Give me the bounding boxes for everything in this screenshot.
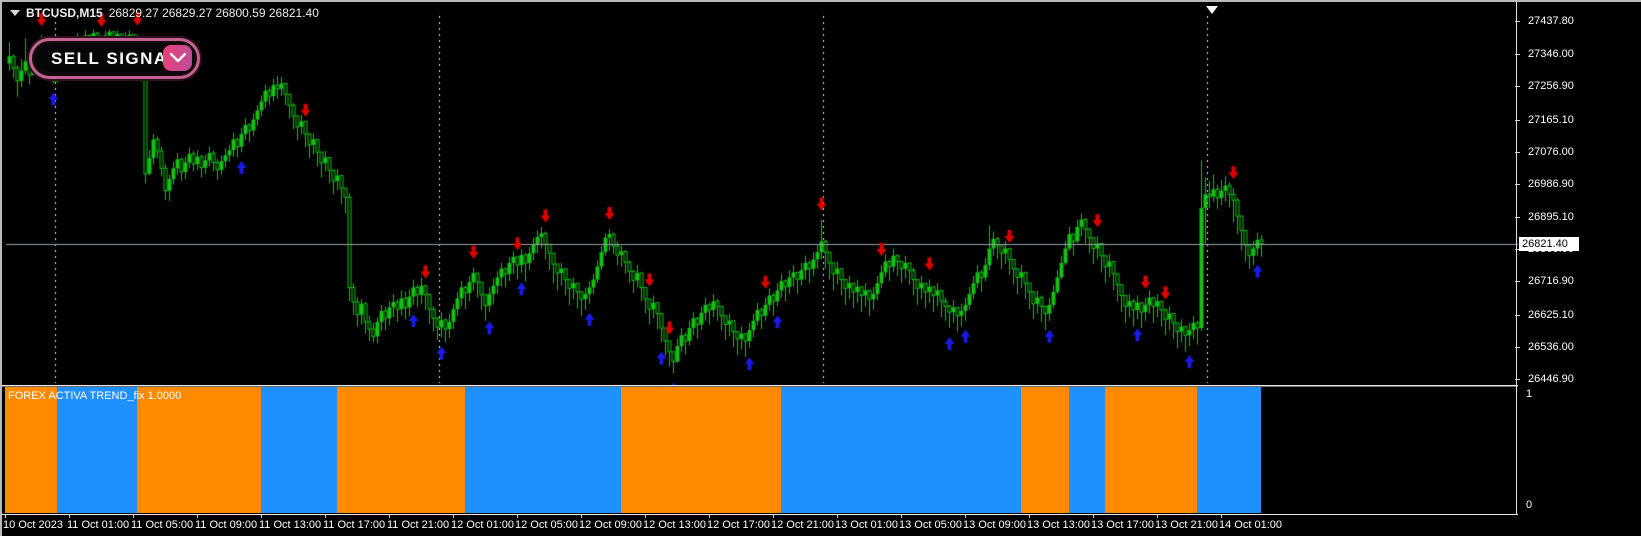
trend-down-block xyxy=(621,387,781,513)
price-tick xyxy=(1515,281,1520,282)
symbol-dropdown-icon[interactable] xyxy=(10,10,20,16)
time-tick xyxy=(197,515,198,518)
price-tick xyxy=(1515,315,1520,316)
time-tick xyxy=(901,515,902,518)
time-tick xyxy=(389,515,390,518)
chart-shift-marker[interactable] xyxy=(1206,6,1218,14)
sell-signal-banner: SELL SIGNAL xyxy=(29,38,200,79)
time-label: 13 Oct 21:00 xyxy=(1155,519,1218,531)
time-label: 11 Oct 21:00 xyxy=(387,519,450,531)
time-tick xyxy=(709,515,710,518)
trend-down-block xyxy=(137,387,261,513)
time-label: 10 Oct 2023 xyxy=(3,519,63,531)
indicator-scale-min: 0 xyxy=(1526,499,1533,511)
time-label: 14 Oct 01:00 xyxy=(1219,519,1282,531)
time-label: 12 Oct 17:00 xyxy=(707,519,770,531)
time-tick xyxy=(1221,515,1222,518)
price-label: 26986.90 xyxy=(1528,178,1574,190)
current-price-badge: 26821.40 xyxy=(1519,237,1579,251)
trend-down-block xyxy=(337,387,465,513)
time-tick xyxy=(133,515,134,518)
time-tick xyxy=(773,515,774,518)
price-tick xyxy=(1515,86,1520,87)
time-tick xyxy=(581,515,582,518)
trend-up-block xyxy=(781,387,1021,513)
trend-up-block xyxy=(57,387,137,513)
price-tick xyxy=(1515,217,1520,218)
price-label: 26895.10 xyxy=(1528,211,1574,223)
time-label: 11 Oct 05:00 xyxy=(131,519,194,531)
trend-up-block xyxy=(1069,387,1105,513)
time-tick xyxy=(453,515,454,518)
trend-down-block xyxy=(1105,387,1197,513)
price-label: 27346.00 xyxy=(1528,48,1574,60)
trend-up-block xyxy=(261,387,337,513)
trend-up-block xyxy=(1197,387,1261,513)
signal-dropdown-button[interactable] xyxy=(163,45,192,71)
time-tick xyxy=(325,515,326,518)
price-label: 26536.00 xyxy=(1528,341,1574,353)
chart-title: BTCUSD,M15 26829.27 26829.27 26800.59 26… xyxy=(10,6,319,20)
indicator-scale-max: 1 xyxy=(1526,388,1533,400)
time-label: 11 Oct 17:00 xyxy=(323,519,386,531)
chart-window: BTCUSD,M15 26829.27 26829.27 26800.59 26… xyxy=(0,0,1641,536)
price-label: 26625.10 xyxy=(1528,309,1574,321)
price-label: 27256.90 xyxy=(1528,80,1574,92)
indicator-name-label: FOREX ACTIVA TREND_fix 1.0000 xyxy=(8,390,182,402)
time-tick xyxy=(1157,515,1158,518)
time-tick xyxy=(645,515,646,518)
trend-down-block xyxy=(5,387,57,513)
time-label: 13 Oct 13:00 xyxy=(1027,519,1090,531)
time-axis[interactable]: 10 Oct 2023 11 Oct 01:00 11 Oct 05:00 11 Oc… xyxy=(2,515,1641,536)
time-tick xyxy=(69,515,70,518)
price-tick xyxy=(1515,379,1520,380)
price-axis-border xyxy=(1516,2,1517,515)
time-label: 11 Oct 01:00 xyxy=(67,519,130,531)
time-tick xyxy=(1029,515,1030,518)
time-label: 12 Oct 05:00 xyxy=(515,519,578,531)
time-label: 13 Oct 09:00 xyxy=(963,519,1026,531)
ohlc-quotes-label: 26829.27 26829.27 26800.59 26821.40 xyxy=(108,6,319,20)
time-label: 13 Oct 05:00 xyxy=(899,519,962,531)
trend-up-block xyxy=(465,387,621,513)
trend-indicator-pane xyxy=(5,387,1516,513)
chevron-down-icon xyxy=(169,52,186,63)
time-label: 12 Oct 01:00 xyxy=(451,519,514,531)
time-tick xyxy=(1093,515,1094,518)
price-label: 27076.00 xyxy=(1528,146,1574,158)
time-label: 12 Oct 13:00 xyxy=(643,519,706,531)
time-label: 13 Oct 17:00 xyxy=(1091,519,1154,531)
price-tick xyxy=(1515,54,1520,55)
price-tick xyxy=(1515,21,1520,22)
price-label: 26716.90 xyxy=(1528,275,1574,287)
price-axis[interactable]: 26821.40 1 0 27437.80 27346.00 27256.90 271… xyxy=(1515,2,1641,515)
time-tick xyxy=(5,515,6,518)
price-label: 26446.90 xyxy=(1528,373,1574,385)
price-tick xyxy=(1515,152,1520,153)
trend-down-block xyxy=(1021,387,1069,513)
time-label: 13 Oct 01:00 xyxy=(835,519,898,531)
time-tick xyxy=(837,515,838,518)
price-label: 27437.80 xyxy=(1528,15,1574,27)
time-label: 12 Oct 09:00 xyxy=(579,519,642,531)
time-tick xyxy=(261,515,262,518)
time-label: 12 Oct 21:00 xyxy=(771,519,834,531)
price-tick xyxy=(1515,184,1520,185)
time-label: 11 Oct 13:00 xyxy=(259,519,322,531)
time-tick xyxy=(517,515,518,518)
time-tick xyxy=(965,515,966,518)
time-label: 11 Oct 09:00 xyxy=(195,519,258,531)
pane-separator-shadow xyxy=(2,386,1641,387)
price-tick xyxy=(1515,120,1520,121)
symbol-period-label: BTCUSD,M15 xyxy=(26,6,103,20)
sell-signal-label: SELL SIGNAL xyxy=(51,48,180,68)
price-tick xyxy=(1515,347,1520,348)
price-label: 27165.10 xyxy=(1528,114,1574,126)
